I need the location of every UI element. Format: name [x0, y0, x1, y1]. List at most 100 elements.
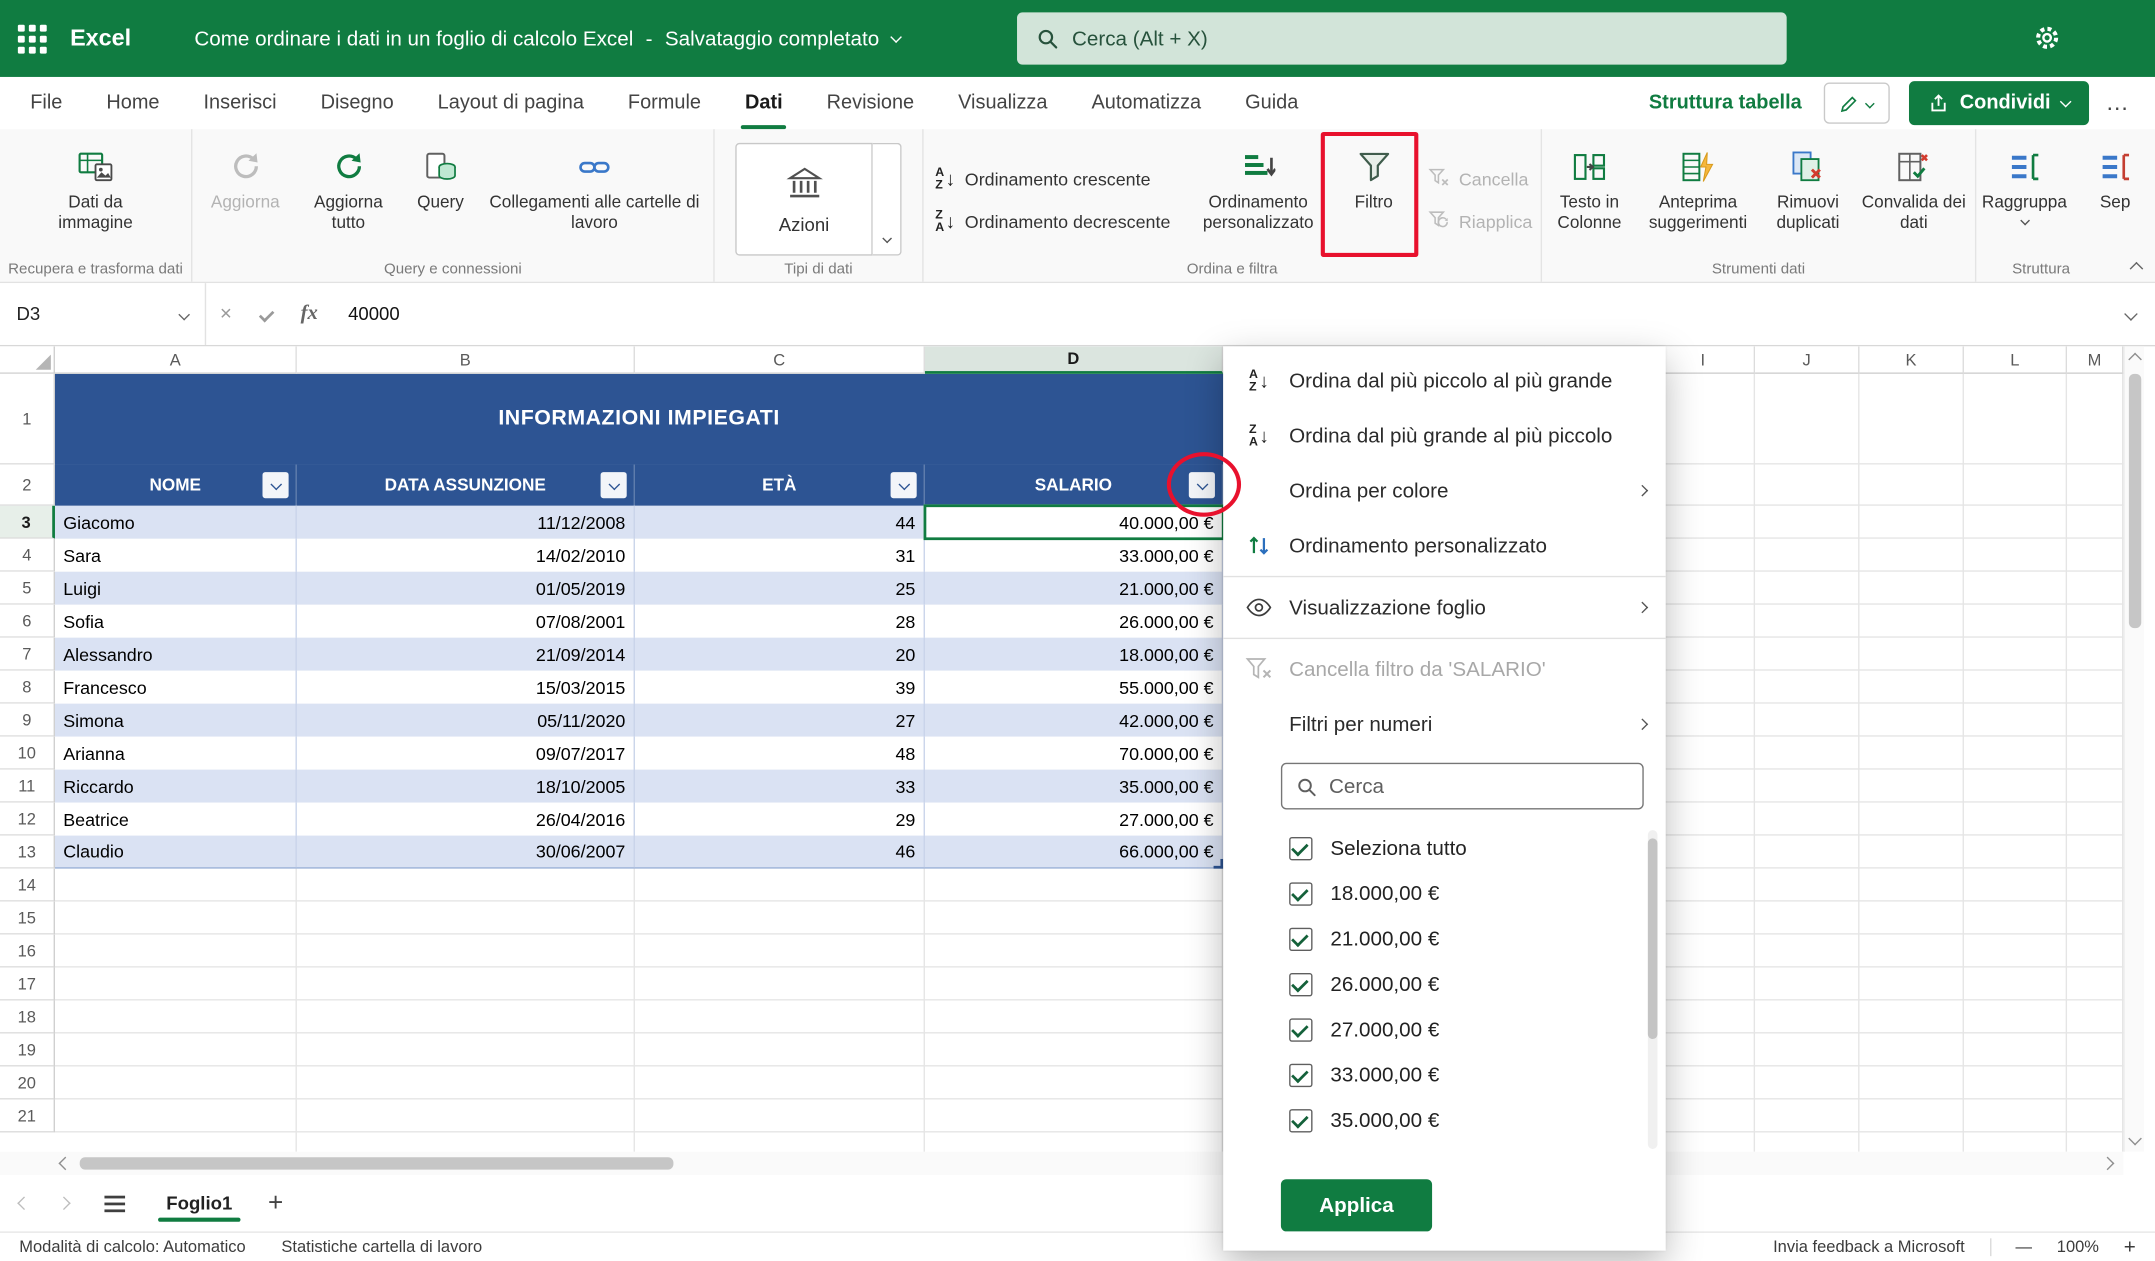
- menu-item-ordina-per-colore[interactable]: Ordina per colore: [1223, 463, 1666, 518]
- row-header-15[interactable]: 15: [0, 901, 55, 935]
- cell[interactable]: 35.000,00 €: [925, 769, 1224, 803]
- filter-dropdown-button-et[interactable]: [890, 472, 917, 499]
- data-validation-button[interactable]: Convalida dei dati: [1855, 139, 1973, 233]
- scroll-right-icon[interactable]: [2100, 1156, 2115, 1171]
- table-header-data-assunzione[interactable]: DATA ASSUNZIONE: [297, 464, 635, 506]
- scroll-left-icon[interactable]: [58, 1156, 73, 1171]
- cell[interactable]: 21.000,00 €: [925, 571, 1224, 605]
- cell[interactable]: 11/12/2008: [297, 505, 635, 539]
- cell[interactable]: 46: [635, 835, 925, 868]
- zoom-in-button[interactable]: +: [2124, 1235, 2136, 1258]
- cell[interactable]: 33.000,00 €: [925, 538, 1224, 572]
- column-header-d[interactable]: D: [924, 346, 1224, 374]
- zoom-level[interactable]: 100%: [2057, 1237, 2099, 1256]
- cell[interactable]: 26/04/2016: [297, 802, 635, 836]
- confirm-entry-icon[interactable]: [246, 306, 287, 322]
- ribbon-tab-guida[interactable]: Guida: [1223, 77, 1320, 129]
- cell[interactable]: 14/02/2010: [297, 538, 635, 572]
- cell[interactable]: Simona: [55, 703, 297, 737]
- filter-value-26-000-00[interactable]: 26.000,00 €: [1223, 962, 1666, 1007]
- table-title[interactable]: INFORMAZIONI IMPIEGATI: [54, 373, 1224, 465]
- table-resize-handle[interactable]: [1213, 858, 1224, 869]
- menu-item-ordina-dal-pi-piccolo-al-pi-grande[interactable]: A Z ↓ Ordina dal più piccolo al più grande: [1223, 353, 1666, 408]
- checkbox-icon[interactable]: [1289, 1063, 1313, 1088]
- checkbox-icon[interactable]: [1289, 973, 1313, 997]
- cell[interactable]: 27: [635, 703, 925, 737]
- cell[interactable]: 66.000,00 €: [925, 835, 1224, 868]
- cell[interactable]: 33: [635, 769, 925, 803]
- filter-dropdown-button-data-assunzione[interactable]: [600, 472, 627, 499]
- insert-function-icon[interactable]: fx: [287, 302, 332, 325]
- cell[interactable]: 30/06/2007: [297, 835, 635, 868]
- ribbon-tab-dati[interactable]: Dati: [723, 77, 805, 130]
- cell[interactable]: 25: [635, 571, 925, 605]
- scroll-up-icon[interactable]: [2128, 352, 2142, 367]
- data-from-picture-button[interactable]: Dati da immagine: [42, 139, 149, 233]
- cell[interactable]: 27.000,00 €: [925, 802, 1224, 836]
- cell[interactable]: Claudio: [55, 835, 297, 868]
- remove-duplicates-button[interactable]: Rimuovi duplicati: [1761, 139, 1854, 233]
- row-header-4[interactable]: 4: [0, 538, 55, 572]
- cell[interactable]: 20: [635, 637, 925, 671]
- row-header-14[interactable]: 14: [0, 868, 55, 902]
- checkbox-icon[interactable]: [1289, 882, 1313, 906]
- save-status-chevron-icon[interactable]: [889, 30, 902, 43]
- row-header-17[interactable]: 17: [0, 967, 55, 1001]
- row-header-16[interactable]: 16: [0, 934, 55, 968]
- cell[interactable]: 48: [635, 736, 925, 770]
- filter-value-33-000-00[interactable]: 33.000,00 €: [1223, 1053, 1666, 1098]
- add-sheet-button[interactable]: +: [268, 1188, 283, 1218]
- cell[interactable]: Sofia: [55, 604, 297, 638]
- calc-mode-status[interactable]: Modalità di calcolo: Automatico: [19, 1237, 245, 1256]
- sort-ascending-button[interactable]: A Z ↓ Ordinamento crescente: [935, 164, 1180, 194]
- cell[interactable]: 21/09/2014: [297, 637, 635, 671]
- sort-descending-button[interactable]: Z A ↓ Ordinamento decrescente: [935, 206, 1180, 236]
- cancel-entry-icon[interactable]: ×: [206, 302, 246, 325]
- filter-value-35-000-00[interactable]: 35.000,00 €: [1223, 1098, 1666, 1143]
- cell[interactable]: Luigi: [55, 571, 297, 605]
- ribbon-tab-file[interactable]: File: [8, 77, 84, 129]
- settings-gear-icon[interactable]: [2033, 23, 2062, 52]
- workbook-statistics[interactable]: Statistiche cartella di lavoro: [281, 1237, 482, 1256]
- checkbox-icon[interactable]: [1289, 836, 1313, 861]
- cell[interactable]: Arianna: [55, 736, 297, 770]
- row-header-9[interactable]: 9: [0, 703, 55, 737]
- app-launcher-icon[interactable]: [17, 24, 47, 53]
- filter-value-18-000-00[interactable]: 18.000,00 €: [1223, 871, 1666, 916]
- horizontal-scrollbar[interactable]: [0, 1151, 2124, 1176]
- filter-dropdown-button-nome[interactable]: [262, 472, 289, 499]
- cell[interactable]: 07/08/2001: [297, 604, 635, 638]
- filter-search-input[interactable]: Cerca: [1280, 762, 1644, 810]
- filter-value-seleziona-tutto[interactable]: Seleziona tutto: [1223, 826, 1666, 871]
- column-header-l[interactable]: L: [1963, 346, 2068, 374]
- share-button[interactable]: Condividi: [1908, 81, 2090, 126]
- group-rows-button[interactable]: Raggruppa: [1976, 139, 2074, 226]
- vertical-scroll-thumb[interactable]: [2128, 373, 2142, 629]
- ribbon-tab-formule[interactable]: Formule: [606, 77, 723, 129]
- ungroup-rows-button[interactable]: Sep: [2074, 139, 2155, 213]
- app-name[interactable]: Excel: [70, 25, 131, 52]
- ribbon-tab-inserisci[interactable]: Inserisci: [182, 77, 299, 129]
- column-header-m[interactable]: M: [2067, 346, 2124, 374]
- menu-item-visualizzazione-foglio[interactable]: Visualizzazione foglio: [1223, 580, 1666, 635]
- cell[interactable]: Beatrice: [55, 802, 297, 836]
- row-header-18[interactable]: 18: [0, 1000, 55, 1034]
- column-header-k[interactable]: K: [1859, 346, 1964, 374]
- row-header-3[interactable]: 3: [0, 505, 55, 539]
- filter-button[interactable]: Filtro: [1328, 139, 1419, 213]
- data-types-dropdown-button[interactable]: [872, 142, 902, 256]
- column-header-b[interactable]: B: [296, 346, 635, 374]
- row-header-1[interactable]: 1: [0, 373, 55, 465]
- row-header-7[interactable]: 7: [0, 637, 55, 671]
- column-header-j[interactable]: J: [1755, 346, 1860, 374]
- menu-item-ordina-dal-pi-grande-al-pi-piccolo[interactable]: Z A ↓ Ordina dal più grande al più piccolo: [1223, 408, 1666, 463]
- cell[interactable]: 18/10/2005: [297, 769, 635, 803]
- sheet-tab-foglio1[interactable]: Foglio1: [158, 1175, 241, 1231]
- cell[interactable]: Riccardo: [55, 769, 297, 803]
- cell[interactable]: 15/03/2015: [297, 670, 635, 704]
- name-box[interactable]: D3: [0, 283, 207, 345]
- search-input[interactable]: Cerca (Alt + X): [1017, 12, 1787, 65]
- menu-item-filtri-per-numeri[interactable]: Filtri per numeri: [1223, 697, 1666, 752]
- text-to-columns-button[interactable]: Testo in Colonne: [1544, 139, 1635, 233]
- cell[interactable]: 31: [635, 538, 925, 572]
